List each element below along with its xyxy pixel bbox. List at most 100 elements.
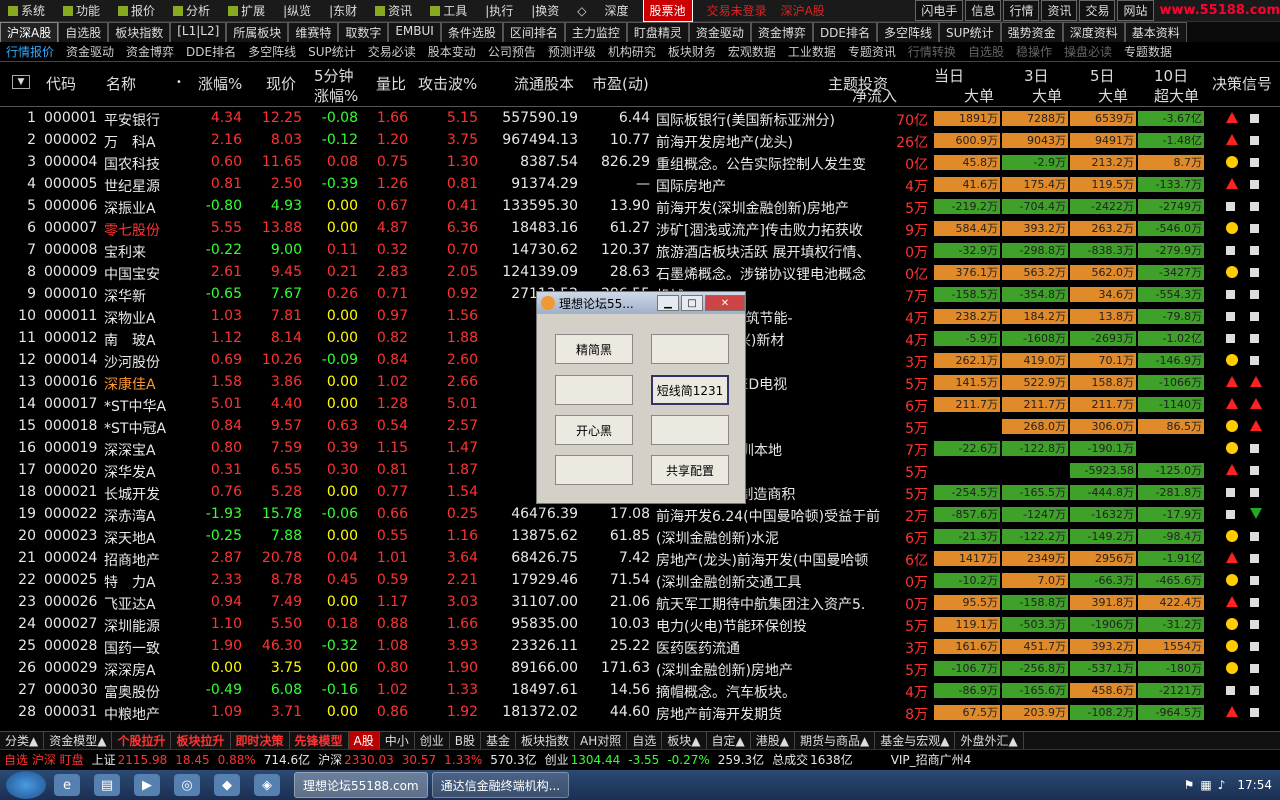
menu-item-function[interactable]: 功能 [55, 2, 110, 19]
header-net-inflow[interactable]: 净流入 [852, 85, 897, 106]
toolbar-tab-5[interactable]: 维赛特 [288, 22, 339, 42]
ie-icon[interactable]: e [54, 774, 80, 796]
menu-item-tools[interactable]: 工具 [422, 2, 477, 19]
theme-slot-2-button[interactable] [651, 334, 729, 364]
menu-item-execute[interactable]: |执行 [477, 2, 523, 19]
header-vol-ratio[interactable]: 量比 [376, 73, 406, 94]
menu-item-overview[interactable]: |纵览 [275, 2, 321, 19]
bottom-tab-13[interactable]: 自选 [627, 732, 663, 749]
header-code[interactable]: 代码 [46, 73, 76, 94]
media-player-icon[interactable]: ▶ [134, 774, 160, 796]
subtoolbar-tab-17[interactable]: 稳操作 [1010, 42, 1058, 61]
table-row[interactable]: 22 000025 特 力A 2.33 8.78 0.45 0.59 2.21 17929.46… [0, 570, 1280, 592]
toolbar-tab-1[interactable]: 自选股 [58, 22, 109, 42]
bottom-tab-1[interactable]: 资金模型▲ [44, 732, 113, 749]
subtoolbar-tab-19[interactable]: 专题数据 [1118, 42, 1178, 61]
bottom-tab-9[interactable]: B股 [450, 732, 482, 749]
subtoolbar-tab-4[interactable]: 多空阵线 [242, 42, 302, 61]
app-icon-1[interactable]: ◎ [174, 774, 200, 796]
trade-button[interactable]: 交易 [1079, 0, 1116, 21]
header-today[interactable]: 当日 [934, 65, 964, 86]
menu-item-quote[interactable]: 报价 [110, 2, 165, 19]
toolbar-tab-15[interactable]: 多空阵线 [877, 22, 940, 42]
dialog-titlebar[interactable]: 理想论坛55... ▁ □ ✕ [537, 292, 745, 314]
bottom-tab-6[interactable]: A股 [348, 732, 380, 749]
header-price[interactable]: 现价 [266, 73, 296, 94]
theme-slot-6-button[interactable] [651, 415, 729, 445]
header-signal[interactable]: 决策信号 [1212, 73, 1272, 94]
subtoolbar-tab-15[interactable]: 行情转换 [902, 42, 962, 61]
toolbar-tab-10[interactable]: 主力监控 [564, 22, 627, 42]
menu-item-dongcai[interactable]: |东财 [321, 2, 367, 19]
header-name[interactable]: 名称 [106, 73, 136, 94]
header-5min-b[interactable]: 涨幅% [314, 85, 358, 106]
table-row[interactable]: 23 000026 飞亚达A 0.94 7.49 0.00 1.17 3.03 31107.00… [0, 592, 1280, 614]
bottom-tab-8[interactable]: 创业 [415, 732, 450, 749]
table-row[interactable]: 24 000027 深圳能源 1.10 5.50 0.18 0.88 1.66 95835.00… [0, 614, 1280, 636]
share-config-button[interactable]: 共享配置 [651, 455, 729, 485]
header-float[interactable]: 流通股本 [514, 73, 574, 94]
start-button[interactable] [6, 771, 46, 799]
bottom-tab-15[interactable]: 自定▲ [707, 732, 751, 749]
toolbar-tab-3[interactable]: [L1|L2] [170, 22, 227, 42]
subtoolbar-tab-16[interactable]: 自选股 [962, 42, 1010, 61]
info-button[interactable]: 信息 [965, 0, 1002, 21]
subtoolbar-tab-13[interactable]: 工业数据 [782, 42, 842, 61]
app-icon-2[interactable]: ◆ [214, 774, 240, 796]
header-attack[interactable]: 攻击波% [418, 73, 477, 94]
theme-slot-7-button[interactable] [555, 455, 633, 485]
subtoolbar-tab-3[interactable]: DDE排名 [180, 42, 242, 61]
toolbar-tab-6[interactable]: 取数字 [338, 22, 389, 42]
table-row[interactable]: 2 000002 万 科A 2.16 8.03 -0.12 1.20 3.75 967494.1… [0, 130, 1280, 152]
flag-icon[interactable]: ⚑ [1184, 778, 1195, 792]
bottom-tab-11[interactable]: 板块指数 [516, 732, 576, 749]
toolbar-tab-0[interactable]: 沪深A股 [0, 22, 59, 42]
bottom-tab-7[interactable]: 中小 [380, 732, 415, 749]
table-row[interactable]: 5 000006 深振业A -0.80 4.93 0.00 0.67 0.41 133595.3… [0, 196, 1280, 218]
minimize-icon[interactable]: ▁ [657, 295, 679, 311]
header-pe[interactable]: 市盈(动) [592, 73, 649, 94]
header-big-order-today[interactable]: 大单 [964, 85, 994, 106]
table-row[interactable]: 19 000022 深赤湾A -1.93 15.78 -0.06 0.66 0.25 46476… [0, 504, 1280, 526]
table-row[interactable]: 25 000028 国药一致 1.90 46.30 -0.32 1.08 3.93 23326.… [0, 636, 1280, 658]
bottom-tab-4[interactable]: 即时决策 [231, 732, 290, 749]
toolbar-tab-11[interactable]: 盯盘精灵 [626, 22, 689, 42]
menu-item-switch[interactable]: |换资 [523, 2, 569, 19]
table-row[interactable]: 7 000008 宝利来 -0.22 9.00 0.11 0.32 0.70 14730.62 1… [0, 240, 1280, 262]
table-row[interactable]: 26 000029 深深房A 0.00 3.75 0.00 0.80 1.90 89166.00… [0, 658, 1280, 680]
header-5min-a[interactable]: 5分钟 [314, 65, 354, 86]
theme-slot-3-button[interactable] [555, 375, 633, 405]
bottom-tab-14[interactable]: 板块▲ [662, 732, 707, 749]
toolbar-tab-16[interactable]: SUP统计 [939, 22, 1001, 42]
bottom-tab-5[interactable]: 先锋模型 [290, 732, 349, 749]
volume-icon[interactable]: ♪ [1218, 778, 1226, 792]
toolbar-tab-4[interactable]: 所属板块 [226, 22, 289, 42]
maximize-icon[interactable]: □ [681, 295, 703, 311]
flash-hand-button[interactable]: 闪电手 [915, 0, 964, 21]
taskbar-dialog-task[interactable]: 理想论坛55188.com [294, 772, 428, 798]
theme-jingjianhei-button[interactable]: 精简黑 [555, 334, 633, 364]
toolbar-tab-7[interactable]: EMBUI [388, 22, 441, 42]
table-row[interactable]: 28 000031 中粮地产 1.09 3.71 0.00 0.86 1.92 181372.0… [0, 702, 1280, 724]
header-change[interactable]: 涨幅% [198, 73, 242, 94]
folder-icon[interactable]: ▤ [94, 774, 120, 796]
website-button[interactable]: 网站 [1117, 0, 1154, 21]
bottom-tab-18[interactable]: 基金与宏观▲ [875, 732, 956, 749]
table-row[interactable]: 4 000005 世纪星源 0.81 2.50 -0.39 1.26 0.81 91374.29… [0, 174, 1280, 196]
menu-item-news[interactable]: 资讯 [367, 2, 422, 19]
stock-pool-button[interactable]: 股票池 [642, 0, 693, 22]
header-super-big-order[interactable]: 超大单 [1154, 85, 1199, 106]
header-big-order-3d[interactable]: 大单 [1032, 85, 1062, 106]
header-10d[interactable]: 10日 [1154, 65, 1188, 86]
menu-item-extend[interactable]: 扩展 [220, 2, 275, 19]
toolbar-tab-12[interactable]: 资金驱动 [688, 22, 751, 42]
quote-button[interactable]: 行情 [1003, 0, 1040, 21]
toolbar-tab-18[interactable]: 深度资料 [1062, 22, 1125, 42]
subtoolbar-tab-2[interactable]: 资金博弈 [120, 42, 180, 61]
menu-item-depth[interactable]: 深度 [597, 2, 639, 19]
bottom-tab-2[interactable]: 个股拉升 [112, 732, 172, 749]
toolbar-tab-17[interactable]: 强势资金 [1000, 22, 1063, 42]
header-big-order-5d[interactable]: 大单 [1098, 85, 1128, 106]
clock[interactable]: 17:54 [1237, 778, 1272, 792]
subtoolbar-tab-11[interactable]: 板块财务 [662, 42, 722, 61]
